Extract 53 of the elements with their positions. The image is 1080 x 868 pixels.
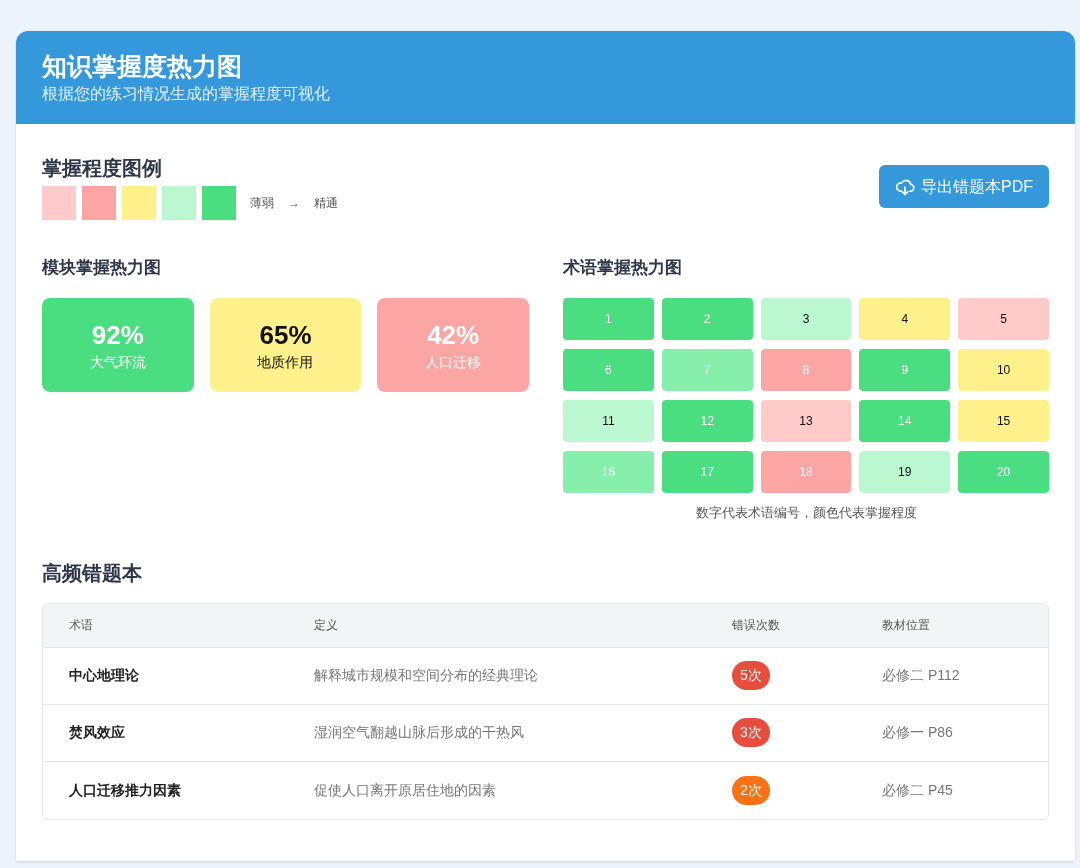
term-cell[interactable]: 1 xyxy=(563,298,654,340)
module-name: 地质作用 xyxy=(257,353,314,372)
location-cell-text: 必修二 P45 xyxy=(882,780,954,800)
section-title: 术语掌握热力图 xyxy=(563,257,683,279)
term-cell[interactable]: 19 xyxy=(859,451,951,493)
count-badge: 5次 xyxy=(732,661,770,690)
term-cell[interactable]: 15 xyxy=(958,400,1049,442)
section-title: 掌握程度图例 xyxy=(42,156,163,181)
count-badge: 3次 xyxy=(732,718,770,747)
term-cell[interactable]: 2 xyxy=(661,298,753,340)
legend-label: 薄弱 xyxy=(250,195,274,212)
module-percent: 65% xyxy=(259,319,312,352)
term-cell[interactable]: 14 xyxy=(859,400,951,442)
term-cell[interactable]: 20 xyxy=(958,451,1049,493)
term-cell-text: 中心地理论 xyxy=(69,666,140,685)
term-cell[interactable]: 8 xyxy=(760,349,852,391)
term-cell[interactable]: 6 xyxy=(563,349,654,391)
column-header: 术语 xyxy=(69,617,94,634)
term-cell[interactable]: 12 xyxy=(661,400,753,442)
location-cell-text: 必修一 P86 xyxy=(882,723,954,742)
definition-cell-text: 解释城市规模和空间分布的经典理论 xyxy=(314,666,539,685)
term-cell[interactable]: 18 xyxy=(760,451,852,493)
module-name: 人口迁移 xyxy=(425,353,482,372)
heatmap-caption: 数字代表术语编号，颜色代表掌握程度 xyxy=(694,504,918,522)
column-header: 教材位置 xyxy=(882,617,931,634)
term-cell[interactable]: 9 xyxy=(859,349,951,391)
arrow-glyph: → xyxy=(288,195,300,212)
term-cell[interactable]: 11 xyxy=(563,400,654,442)
page-subtitle: 根据您的练习情况生成的掌握程度可视化 xyxy=(42,84,331,104)
export-button[interactable]: 导出错题本PDF xyxy=(879,165,1049,208)
section-title: 模块掌握热力图 xyxy=(42,257,162,279)
definition-cell-text: 湿润空气翻越山脉后形成的干热风 xyxy=(314,723,525,742)
module-name: 大气环流 xyxy=(89,353,146,372)
page-title: 知识掌握度热力图 xyxy=(42,51,243,82)
term-cell[interactable]: 4 xyxy=(859,298,951,340)
column-header: 错误次数 xyxy=(732,617,781,634)
term-cell[interactable]: 16 xyxy=(563,451,654,493)
section-title: 高频错题本 xyxy=(42,560,143,586)
term-cell[interactable]: 3 xyxy=(760,298,852,340)
term-cell[interactable]: 7 xyxy=(661,349,753,391)
module-percent: 92% xyxy=(91,319,144,352)
term-cell[interactable]: 13 xyxy=(760,400,852,442)
count-badge: 2次 xyxy=(732,775,770,805)
term-cell-text: 焚风效应 xyxy=(69,723,126,742)
term-cell-text: 人口迁移推力因素 xyxy=(69,780,182,800)
column-header: 定义 xyxy=(314,617,339,634)
module-percent: 42% xyxy=(427,319,480,352)
term-cell[interactable]: 10 xyxy=(958,349,1049,391)
term-cell[interactable]: 5 xyxy=(958,298,1049,340)
legend-label: 精通 xyxy=(314,195,338,212)
location-cell-text: 必修二 P112 xyxy=(882,666,961,685)
term-cell[interactable]: 17 xyxy=(661,451,753,493)
definition-cell-text: 促使人口离开原居住地的因素 xyxy=(314,780,497,800)
